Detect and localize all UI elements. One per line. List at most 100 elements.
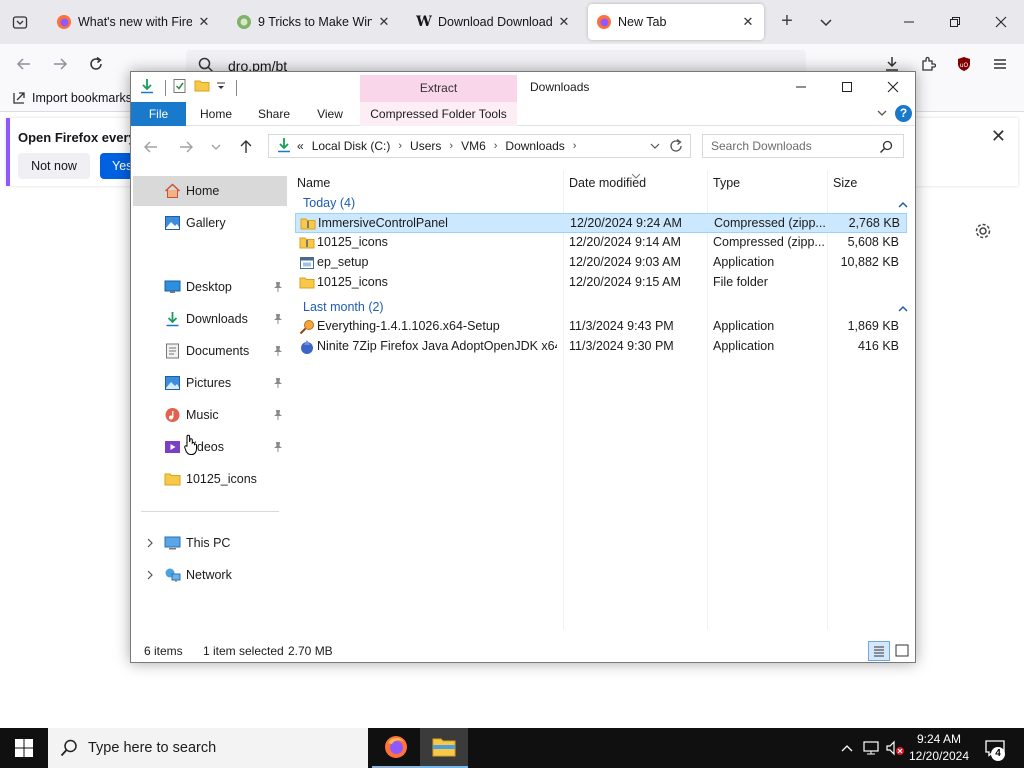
breadcrumb-chevron-icon[interactable]: › xyxy=(494,140,498,152)
group-header-last-month[interactable]: Last month (2) xyxy=(293,297,909,317)
group-header-today[interactable]: Today (4) xyxy=(293,193,909,213)
chevron-down-icon[interactable] xyxy=(816,10,836,34)
close-icon[interactable]: ✕ xyxy=(376,14,392,30)
sidebar-item-documents[interactable]: Documents xyxy=(133,336,287,366)
ribbon-expand-chevron-icon[interactable] xyxy=(875,106,889,120)
file-row[interactable]: ep_setup 12/20/2024 9:03 AM Application … xyxy=(295,253,907,273)
recent-locations-chevron-icon[interactable] xyxy=(206,137,226,157)
search-icon xyxy=(60,739,78,761)
reload-icon[interactable] xyxy=(84,52,108,76)
close-window-icon[interactable] xyxy=(870,72,916,102)
sidebar-item-gallery[interactable]: Gallery xyxy=(133,208,287,238)
properties-check-icon[interactable] xyxy=(172,78,188,97)
breadcrumb-chevron-icon[interactable]: › xyxy=(573,140,577,152)
file-row[interactable]: 10125_icons 12/20/2024 9:15 AM File fold… xyxy=(295,273,907,293)
pin-icon[interactable] xyxy=(272,281,284,293)
customize-dropdown-icon[interactable] xyxy=(216,78,226,97)
back-arrow-icon[interactable] xyxy=(141,137,161,157)
windows-start-icon[interactable] xyxy=(0,728,48,768)
not-now-button[interactable]: Not now xyxy=(18,153,90,179)
browser-tab-tricks[interactable]: 9 Tricks to Make Windows ✕ xyxy=(228,4,400,40)
minimize-icon[interactable] xyxy=(778,72,824,102)
tab-list-icon[interactable] xyxy=(8,10,32,34)
tab-share[interactable]: Share xyxy=(251,102,297,126)
tab-home[interactable]: Home xyxy=(192,102,240,126)
browser-tab-new-tab[interactable]: New Tab ✕ xyxy=(588,4,764,40)
sidebar-item-pictures[interactable]: Pictures xyxy=(133,368,287,398)
forward-arrow-icon[interactable] xyxy=(48,52,72,76)
address-bar[interactable]: « Local Disk (C:) › Users › VM6 › Downlo… xyxy=(268,134,691,158)
breadcrumb-chevron-icon[interactable]: › xyxy=(398,140,402,152)
import-bookmarks-link[interactable]: Import bookmarks... xyxy=(12,91,142,105)
pin-icon[interactable] xyxy=(272,377,284,389)
gear-icon[interactable] xyxy=(972,220,994,242)
browser-tab-whats-new[interactable]: What's new with Firefox ✕ xyxy=(48,4,220,40)
file-type: Compressed (zipp... xyxy=(713,235,825,249)
expand-chevron-icon[interactable] xyxy=(145,537,155,549)
new-folder-icon[interactable] xyxy=(194,78,210,97)
ublock-shield-icon[interactable]: uO xyxy=(952,52,976,76)
taskbar-clock[interactable]: 9:24 AM 12/20/2024 xyxy=(906,731,972,765)
large-icons-view-icon[interactable] xyxy=(893,641,911,661)
file-row[interactable]: Ninite 7Zip Firefox Java AdoptOpenJDK x6… xyxy=(295,337,907,357)
help-icon[interactable]: ? xyxy=(895,105,912,122)
breadcrumb-local-disk[interactable]: Local Disk (C:) xyxy=(312,139,391,153)
close-icon[interactable]: ✕ xyxy=(740,14,756,30)
collapse-chevron-icon[interactable] xyxy=(897,301,909,313)
breadcrumb-downloads[interactable]: Downloads xyxy=(505,139,564,153)
details-view-icon[interactable] xyxy=(868,641,890,661)
tray-chevron-up-icon[interactable] xyxy=(838,728,856,768)
up-arrow-icon[interactable] xyxy=(236,137,256,157)
close-icon[interactable]: ✕ xyxy=(556,14,572,30)
pin-icon[interactable] xyxy=(272,409,284,421)
quick-access-toolbar xyxy=(139,78,237,97)
close-icon[interactable]: ✕ xyxy=(196,14,212,30)
taskbar-firefox-icon[interactable] xyxy=(372,728,420,768)
extensions-puzzle-icon[interactable] xyxy=(916,52,940,76)
network-status-icon[interactable] xyxy=(860,728,882,768)
tab-file[interactable]: File xyxy=(131,102,186,126)
address-dropdown-chevron-icon[interactable] xyxy=(649,138,661,157)
import-icon xyxy=(13,92,25,104)
file-row[interactable]: 10125_icons 12/20/2024 9:14 AM Compresse… xyxy=(295,233,907,253)
pin-icon[interactable] xyxy=(272,313,284,325)
sidebar-item-videos[interactable]: Videos xyxy=(133,432,287,462)
sidebar-item-this-pc[interactable]: This PC xyxy=(133,528,287,558)
tab-compressed-folder-tools[interactable]: Compressed Folder Tools xyxy=(360,102,517,126)
firefox-icon xyxy=(56,14,72,30)
breadcrumb-chevron-icon[interactable]: › xyxy=(449,140,453,152)
tab-view[interactable]: View xyxy=(306,102,354,126)
breadcrumb-overflow[interactable]: « xyxy=(297,139,304,153)
extract-context-tab[interactable]: Extract xyxy=(360,75,517,102)
minimize-icon[interactable] xyxy=(886,0,932,44)
collapse-chevron-icon[interactable] xyxy=(897,197,909,209)
zip-folder-icon xyxy=(299,235,315,251)
maximize-icon[interactable] xyxy=(824,72,870,102)
browser-tab-download[interactable]: W Download Download | W ✕ xyxy=(408,4,580,40)
taskbar-file-explorer-icon[interactable] xyxy=(420,728,468,768)
search-input[interactable]: Search Downloads xyxy=(702,134,904,158)
breadcrumb-users[interactable]: Users xyxy=(410,139,441,153)
sidebar-item-10125-icons[interactable]: 10125_icons xyxy=(133,464,287,494)
new-tab-plus-icon[interactable]: + xyxy=(776,10,798,34)
forward-arrow-icon[interactable] xyxy=(176,137,196,157)
close-icon[interactable]: ✕ xyxy=(991,126,1006,147)
expand-chevron-icon[interactable] xyxy=(145,569,155,581)
file-row[interactable]: ImmersiveControlPanel 12/20/2024 9:24 AM… xyxy=(295,213,907,233)
pin-icon[interactable] xyxy=(272,441,284,453)
sidebar-item-music[interactable]: Music xyxy=(133,400,287,430)
back-arrow-icon[interactable] xyxy=(12,52,36,76)
sidebar-item-downloads[interactable]: Downloads xyxy=(133,304,287,334)
hamburger-menu-icon[interactable] xyxy=(988,52,1012,76)
sidebar-item-network[interactable]: Network xyxy=(133,560,287,590)
breadcrumb-vm6[interactable]: VM6 xyxy=(461,139,486,153)
taskbar-search-box[interactable]: Type here to search xyxy=(48,728,368,768)
sidebar-item-home[interactable]: Home xyxy=(133,176,287,206)
refresh-icon[interactable] xyxy=(668,138,684,157)
volume-muted-icon[interactable] xyxy=(884,728,906,768)
close-window-icon[interactable] xyxy=(978,0,1024,44)
sidebar-item-desktop[interactable]: Desktop xyxy=(133,272,287,302)
pin-icon[interactable] xyxy=(272,345,284,357)
file-row[interactable]: Everything-1.4.1.1026.x64-Setup 11/3/202… xyxy=(295,317,907,337)
restore-icon[interactable] xyxy=(932,0,978,44)
